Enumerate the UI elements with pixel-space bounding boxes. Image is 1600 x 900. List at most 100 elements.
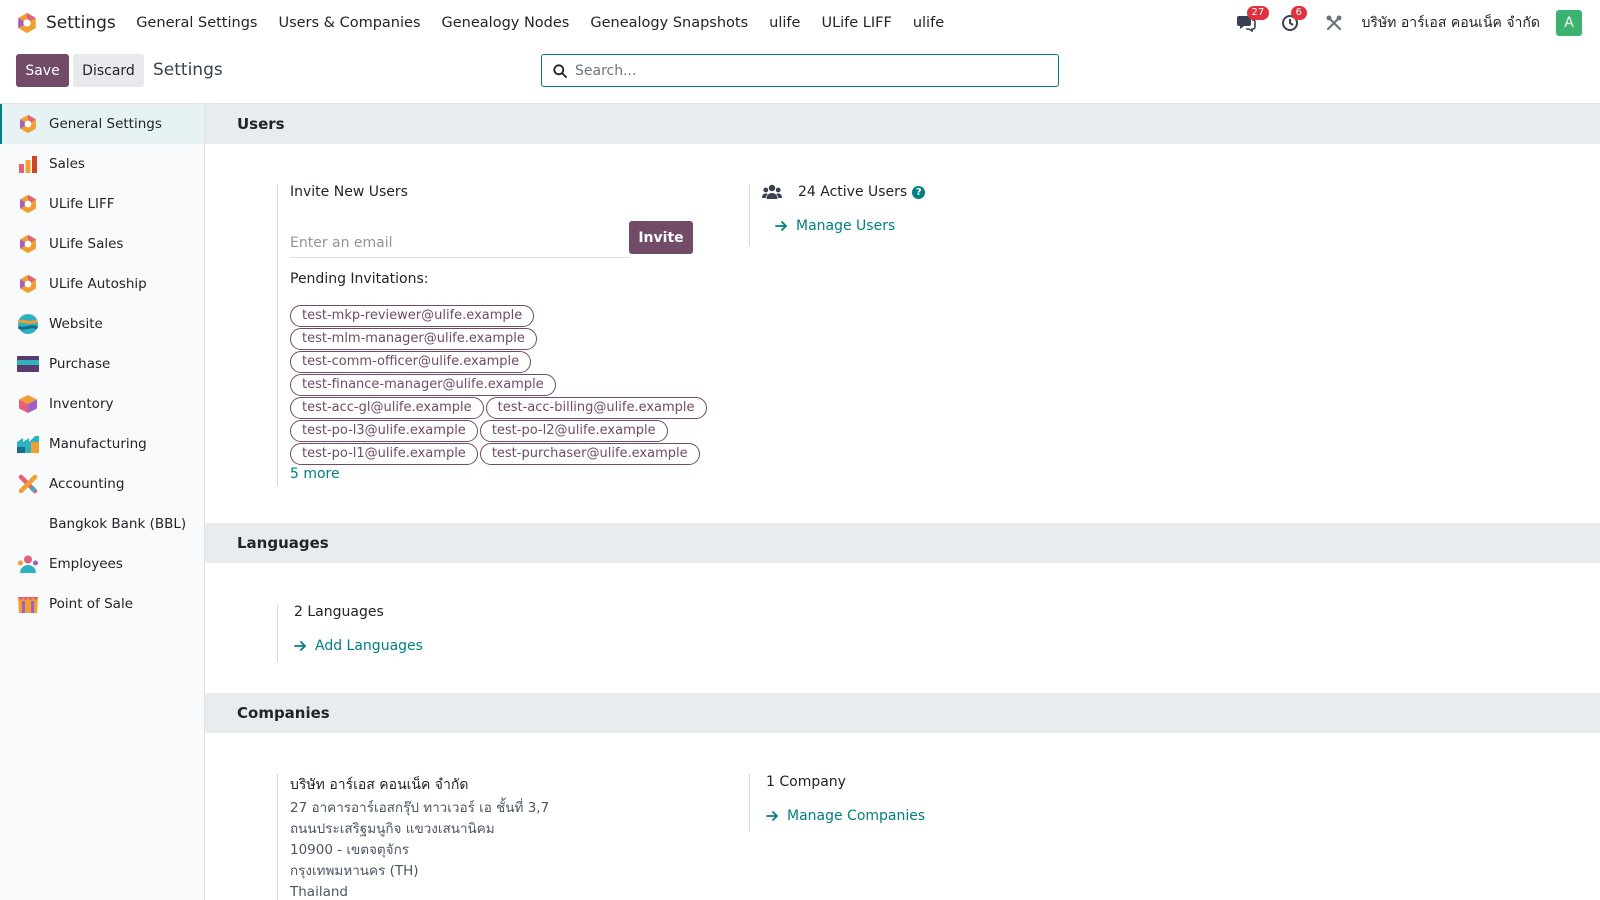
active-users-row: 24 Active Users ? [762, 184, 926, 200]
more-invitations-link[interactable]: 5 more [290, 466, 340, 482]
page-title: Settings [153, 60, 223, 80]
menu-users-companies[interactable]: Users & Companies [268, 15, 431, 31]
sidebar-item-ulife-liff[interactable]: ULife LIFF [0, 184, 204, 224]
pending-label: Pending Invitations: [290, 271, 429, 287]
debug-tools-button[interactable] [1322, 11, 1346, 35]
app-title: Settings [46, 13, 116, 33]
pos-shop-icon [17, 593, 39, 615]
sidebar-item-employees[interactable]: Employees [0, 544, 204, 584]
sidebar-item-accounting[interactable]: Accounting [0, 464, 204, 504]
pending-invite-chip: test-finance-manager@ulife.example [290, 374, 556, 396]
app-brand[interactable]: Settings [16, 12, 116, 34]
invite-button[interactable]: Invite [629, 221, 693, 254]
inventory-box-icon [17, 393, 39, 415]
menu-ulife-2[interactable]: ulife [902, 15, 954, 31]
main-navbar: Settings General Settings Users & Compan… [0, 0, 1600, 46]
odoo-logo-icon [17, 193, 39, 215]
employees-people-icon [17, 553, 39, 575]
menu-general-settings[interactable]: General Settings [126, 15, 268, 31]
arrow-right-icon [775, 221, 788, 231]
sidebar-item-ulife-autoship[interactable]: ULife Autoship [0, 264, 204, 304]
menu-genealogy-nodes[interactable]: Genealogy Nodes [431, 15, 580, 31]
pending-invite-chip: test-po-l3@ulife.example [290, 420, 478, 442]
chip-row: test-po-l3@ulife.example test-po-l2@ulif… [290, 420, 670, 442]
address-line: 10900 - เขตจตุจักร [290, 842, 410, 858]
manage-companies-label: Manage Companies [787, 808, 926, 824]
save-button[interactable]: Save [16, 54, 69, 87]
active-users-count: 24 Active Users [798, 184, 908, 200]
section-title: Users [237, 115, 285, 133]
pending-invite-chip: test-acc-gl@ulife.example [290, 397, 484, 419]
sidebar-item-label: Employees [49, 556, 123, 572]
languages-setting: 2 Languages Add Languages [277, 604, 577, 662]
section-title: Companies [237, 704, 330, 722]
sidebar-item-inventory[interactable]: Inventory [0, 384, 204, 424]
sidebar-item-website[interactable]: Website [0, 304, 204, 344]
sidebar-item-label: Inventory [49, 396, 114, 412]
user-avatar[interactable]: A [1556, 10, 1582, 36]
sidebar-item-ulife-sales[interactable]: ULife Sales [0, 224, 204, 264]
company-switcher[interactable]: บริษัท อาร์เอส คอนเน็ค จำกัด [1362, 12, 1540, 34]
odoo-logo-icon [17, 273, 39, 295]
sidebar-item-purchase[interactable]: Purchase [0, 344, 204, 384]
menu-ulife-liff[interactable]: ULife LIFF [811, 15, 902, 31]
sidebar-item-bangkok-bank[interactable]: Bangkok Bank (BBL) [0, 504, 204, 544]
empty-icon-slot [17, 513, 39, 535]
address-line: ถนนประเสริฐมนูกิจ แขวงเสนานิคม [290, 821, 495, 837]
manufacturing-factory-icon [17, 433, 39, 455]
purchase-card-icon [17, 353, 39, 375]
users-group-icon [762, 184, 782, 199]
company-count: 1 Company [766, 774, 846, 790]
help-icon[interactable]: ? [912, 185, 926, 199]
messaging-button[interactable]: 27 [1234, 6, 1270, 35]
sidebar-item-label: Sales [49, 156, 85, 172]
website-globe-icon [17, 313, 39, 335]
arrow-right-icon [766, 811, 779, 821]
section-header-companies: Companies [205, 693, 1600, 733]
sidebar-item-label: Purchase [49, 356, 111, 372]
manage-users-label: Manage Users [796, 218, 896, 234]
address-line: 27 อาคารอาร์เอสกรุ๊ป ทาวเวอร์ เอ ชั้นที่… [290, 800, 550, 816]
email-input[interactable] [290, 228, 630, 258]
pending-invite-chip: test-comm-officer@ulife.example [290, 351, 532, 373]
odoo-logo-icon [17, 233, 39, 255]
settings-sidebar: General Settings Sales ULife LIFF ULife … [0, 104, 205, 900]
company-address: 27 อาคารอาร์เอสกรุ๊ป ทาวเวอร์ เอ ชั้นที่… [290, 798, 549, 900]
pending-invite-chip: test-po-l1@ulife.example [290, 443, 478, 465]
discard-button[interactable]: Discard [73, 54, 144, 87]
systray: 27 6 บริษัท อาร์เอส คอนเน็ค จำกัด A [1214, 0, 1582, 46]
menu-genealogy-snapshots[interactable]: Genealogy Snapshots [580, 15, 759, 31]
search-box[interactable] [541, 54, 1059, 87]
sidebar-item-label: Bangkok Bank (BBL) [49, 516, 187, 532]
section-title: Languages [237, 534, 329, 552]
pending-invite-chip: test-purchaser@ulife.example [479, 443, 700, 465]
languages-count: 2 Languages [294, 604, 384, 620]
manage-companies-link[interactable]: Manage Companies [766, 808, 925, 824]
add-languages-label: Add Languages [315, 638, 423, 654]
chip-row: test-mlm-manager@ulife.example [290, 328, 539, 350]
company-info-setting: บริษัท อาร์เอส คอนเน็ค จำกัด 27 อาคารอาร… [277, 774, 697, 900]
sidebar-item-point-of-sale[interactable]: Point of Sale [0, 584, 204, 624]
pending-invite-chip: test-mlm-manager@ulife.example [290, 328, 537, 350]
sidebar-item-manufacturing[interactable]: Manufacturing [0, 424, 204, 464]
sidebar-item-label: Website [49, 316, 103, 332]
manage-users-link[interactable]: Manage Users [775, 218, 895, 234]
sidebar-item-label: Manufacturing [49, 436, 147, 452]
pending-invite-chip: test-acc-billing@ulife.example [485, 397, 707, 419]
activities-button[interactable]: 6 [1278, 6, 1307, 35]
sidebar-item-general-settings[interactable]: General Settings [0, 104, 204, 144]
add-languages-link[interactable]: Add Languages [294, 638, 423, 654]
menu-ulife[interactable]: ulife [759, 15, 811, 31]
odoo-logo-icon [18, 12, 36, 34]
chip-row: test-po-l1@ulife.example test-purchaser@… [290, 443, 702, 465]
search-icon [553, 63, 567, 78]
tools-icon [1326, 15, 1342, 31]
sales-chart-icon [17, 153, 39, 175]
sidebar-item-label: General Settings [49, 116, 162, 132]
chip-row: test-acc-gl@ulife.example test-acc-billi… [290, 397, 709, 419]
invite-title: Invite New Users [290, 184, 408, 200]
search-input[interactable] [575, 62, 1035, 79]
sidebar-item-sales[interactable]: Sales [0, 144, 204, 184]
chip-row: test-mkp-reviewer@ulife.example [290, 305, 536, 327]
address-line: Thailand [290, 884, 348, 900]
